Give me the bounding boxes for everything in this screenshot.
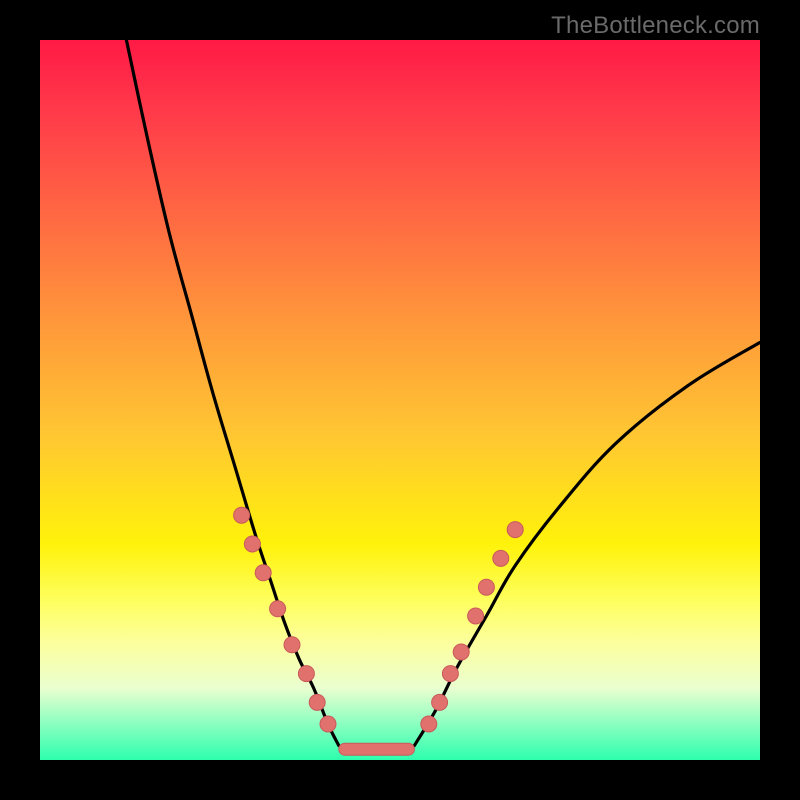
baseline-segment: [339, 743, 415, 755]
data-point: [234, 507, 250, 523]
data-point: [493, 550, 509, 566]
data-point: [421, 716, 437, 732]
data-point: [309, 694, 325, 710]
data-point: [453, 644, 469, 660]
plot-area: [40, 40, 760, 760]
data-point: [432, 694, 448, 710]
data-point: [284, 637, 300, 653]
data-point: [298, 666, 314, 682]
data-point: [468, 608, 484, 624]
dots-right: [421, 522, 523, 732]
data-point: [478, 579, 494, 595]
left-curve: [126, 40, 338, 746]
chart-svg: [40, 40, 760, 760]
data-point: [320, 716, 336, 732]
right-curve: [414, 342, 760, 745]
attribution-label: TheBottleneck.com: [551, 12, 760, 40]
chart-frame: TheBottleneck.com: [0, 0, 800, 800]
data-point: [442, 666, 458, 682]
data-point: [507, 522, 523, 538]
data-point: [255, 565, 271, 581]
data-point: [270, 601, 286, 617]
data-point: [244, 536, 260, 552]
